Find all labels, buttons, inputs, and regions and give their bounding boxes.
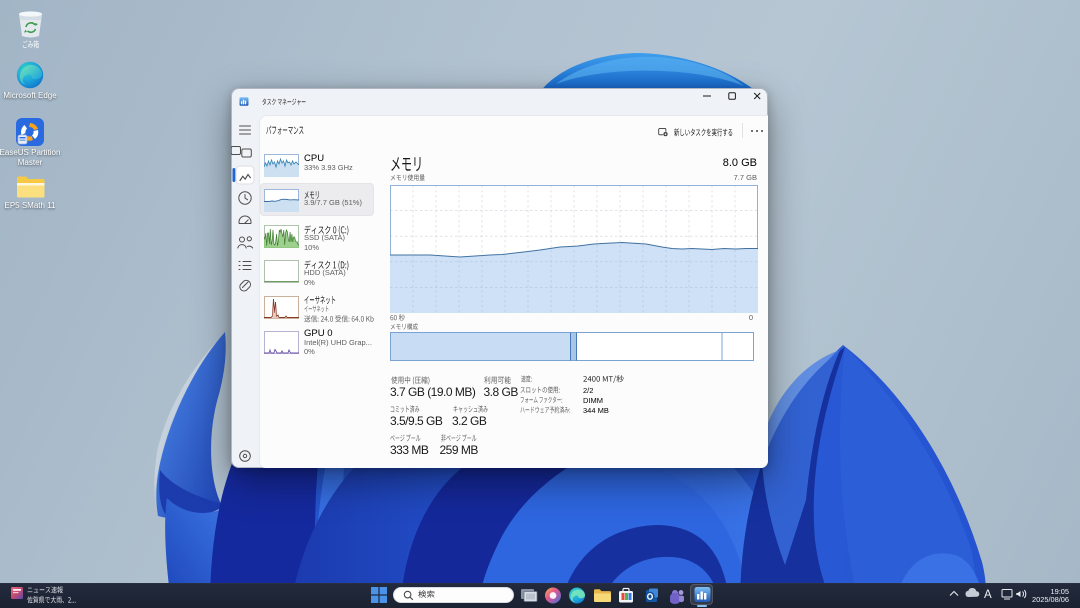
svg-text:A: A	[984, 589, 992, 601]
